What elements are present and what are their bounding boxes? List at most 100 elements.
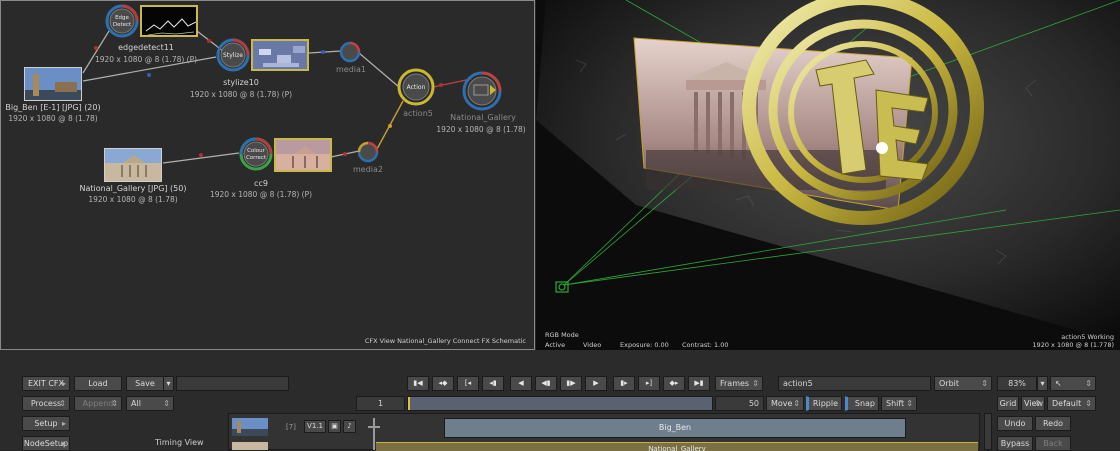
edgedetect-node-name: edgedetect11 xyxy=(118,43,174,52)
redo-button[interactable]: Redo xyxy=(1035,416,1071,431)
track1-camera-icon[interactable]: ▣ xyxy=(328,420,341,433)
move-select[interactable]: Move xyxy=(766,396,804,411)
next-edit-button[interactable]: ▮▸ xyxy=(613,376,635,391)
play-reverse-button[interactable]: ◀ xyxy=(510,376,532,391)
process-scope-select[interactable]: All xyxy=(126,396,174,411)
exit-cfx-button[interactable]: EXIT CFX xyxy=(22,376,70,391)
default-select[interactable]: Default xyxy=(1047,396,1096,411)
cc-node-res: 1920 x 1080 @ 8 (1.78) (P) xyxy=(209,190,313,199)
append-toggle[interactable]: Append xyxy=(74,396,122,411)
view-select[interactable]: View xyxy=(1021,396,1045,411)
stylize-node-icon[interactable]: Stylize xyxy=(216,38,250,72)
prev-mark-button[interactable]: [◂ xyxy=(457,376,479,391)
prev-edit-icon: ◂▮ xyxy=(489,379,497,387)
track1-thumbnail[interactable] xyxy=(232,418,268,436)
viewer-resolution: 1920 x 1080 @ 8 (1.778) xyxy=(1032,341,1114,349)
node-setup-button[interactable]: NodeSetup xyxy=(22,436,70,451)
load-button[interactable]: Load xyxy=(74,376,122,391)
viewer-active: Active xyxy=(545,341,566,349)
frames-select[interactable]: Frames xyxy=(715,376,763,391)
track-scrollbar[interactable] xyxy=(984,413,992,450)
next-mark-icon: ▸] xyxy=(645,379,653,387)
cc-icon-label-1: Colour xyxy=(247,148,266,154)
output-node-res: 1920 x 1080 @ 8 (1.78) xyxy=(436,125,526,134)
output-node-icon[interactable] xyxy=(462,71,502,111)
fx-schematic-panel[interactable]: Edge Detect edgedetect11 1920 x 1080 @ 8… xyxy=(0,0,535,350)
play-button[interactable]: ▶ xyxy=(585,376,607,391)
prev-mark-icon: [◂ xyxy=(464,379,472,387)
media1-node-icon[interactable] xyxy=(339,41,361,63)
edgedetect-thumbnail[interactable] xyxy=(140,5,198,37)
prev-keyframe-icon: ◂◆ xyxy=(438,379,448,387)
output-node-name: National_Gallery xyxy=(450,113,516,122)
node-name-field[interactable]: action5 xyxy=(778,376,931,391)
step-back-icon: ◀▮ xyxy=(541,379,551,387)
action-icon-label: Action xyxy=(407,84,426,91)
next-mark-button[interactable]: ▸] xyxy=(638,376,660,391)
viewer-video: Video xyxy=(583,341,602,349)
save-name-field[interactable] xyxy=(176,376,289,391)
goto-start-button[interactable]: ▮◀ xyxy=(407,376,429,391)
viewer-scene xyxy=(536,0,1120,350)
cc-thumbnail[interactable] xyxy=(274,138,332,172)
schematic-footer: CFX View National_Gallery Connect FX Sch… xyxy=(364,337,526,345)
pointer-icon: ↖ xyxy=(1055,379,1062,388)
chevron-down-icon: ▾ xyxy=(166,379,171,388)
track2-thumbnail[interactable] xyxy=(232,442,268,450)
prev-keyframe-button[interactable]: ◂◆ xyxy=(432,376,454,391)
viewer-working-status: action5 Working xyxy=(1061,333,1114,341)
back-button[interactable]: Back xyxy=(1035,436,1071,451)
track1-audio-icon[interactable]: ♪ xyxy=(343,420,356,433)
zoom-dropdown[interactable]: ▾ xyxy=(1037,376,1048,391)
edgedetect-icon-label-2: Detect xyxy=(113,22,132,28)
edgedetect-icon-label-1: Edge xyxy=(115,15,129,21)
next-edit-icon: ▮▸ xyxy=(620,379,628,387)
edgedetect-node-res: 1920 x 1080 @ 8 (1.78) (P) xyxy=(94,55,198,64)
action-node-icon[interactable]: Action xyxy=(397,68,435,106)
clip-big-ben[interactable]: Big_Ben xyxy=(444,418,906,438)
national-node-res: 1920 x 1080 @ 8 (1.78) xyxy=(88,195,178,204)
track1-version[interactable]: V1.1 xyxy=(304,420,326,433)
bigben-node-name: Big_Ben [E-1] [JPG] (20) xyxy=(5,103,101,112)
timeline-scrubber[interactable] xyxy=(407,396,713,411)
play-icon: ▶ xyxy=(593,379,599,387)
bigben-node-res: 1920 x 1080 @ 8 (1.78) xyxy=(8,114,98,123)
save-options-dropdown[interactable]: ▾ xyxy=(163,376,174,391)
process-button[interactable]: Process xyxy=(22,396,70,411)
timing-view-label: Timing View xyxy=(155,438,204,447)
orbit-select[interactable]: Orbit xyxy=(934,376,992,391)
viewer-rgb-mode: RGB Mode xyxy=(545,331,579,339)
ripple-toggle[interactable]: Ripple xyxy=(806,396,842,411)
start-frame-field[interactable]: 1 xyxy=(356,396,405,411)
play-reverse-icon: ◀ xyxy=(518,379,524,387)
stylize-thumbnail[interactable] xyxy=(251,39,309,71)
shift-select[interactable]: Shift xyxy=(881,396,917,411)
snap-toggle[interactable]: Snap xyxy=(845,396,879,411)
zoom-field[interactable]: 83% xyxy=(997,376,1037,391)
step-back-button[interactable]: ◀▮ xyxy=(535,376,557,391)
edgedetect-node-icon[interactable]: Edge Detect xyxy=(105,4,139,38)
save-button[interactable]: Save xyxy=(126,376,164,391)
media2-node-icon[interactable] xyxy=(357,141,379,163)
goto-end-icon: ▶▮ xyxy=(694,379,704,387)
next-keyframe-button[interactable]: ◆▸ xyxy=(663,376,685,391)
cc-node-icon[interactable]: Colour Correct xyxy=(239,137,273,171)
undo-button[interactable]: Undo xyxy=(997,416,1033,431)
end-frame-field[interactable]: 50 xyxy=(715,396,764,411)
playhead[interactable] xyxy=(408,397,410,410)
bypass-button[interactable]: Bypass xyxy=(997,436,1033,451)
media1-node-name: media1 xyxy=(335,65,366,74)
viewer-exposure: Exposure: 0.00 xyxy=(620,341,669,349)
national-gallery-thumbnail[interactable] xyxy=(104,148,162,182)
setup-button[interactable]: Setup xyxy=(22,416,70,431)
3d-viewer[interactable]: RGB Mode Active Video Exposure: 0.00 Con… xyxy=(536,0,1120,350)
goto-end-button[interactable]: ▶▮ xyxy=(688,376,710,391)
bigben-thumbnail[interactable] xyxy=(24,67,82,101)
stylize-node-res: 1920 x 1080 @ 8 (1.78) (P) xyxy=(189,90,293,99)
goto-start-icon: ▮◀ xyxy=(413,379,423,387)
cc-icon-label-2: Correct xyxy=(246,155,267,161)
grid-button[interactable]: Grid xyxy=(997,396,1019,411)
step-forward-button[interactable]: ▮▶ xyxy=(560,376,582,391)
prev-edit-button[interactable]: ◂▮ xyxy=(482,376,504,391)
pointer-tool-select[interactable]: ↖ xyxy=(1050,376,1096,391)
